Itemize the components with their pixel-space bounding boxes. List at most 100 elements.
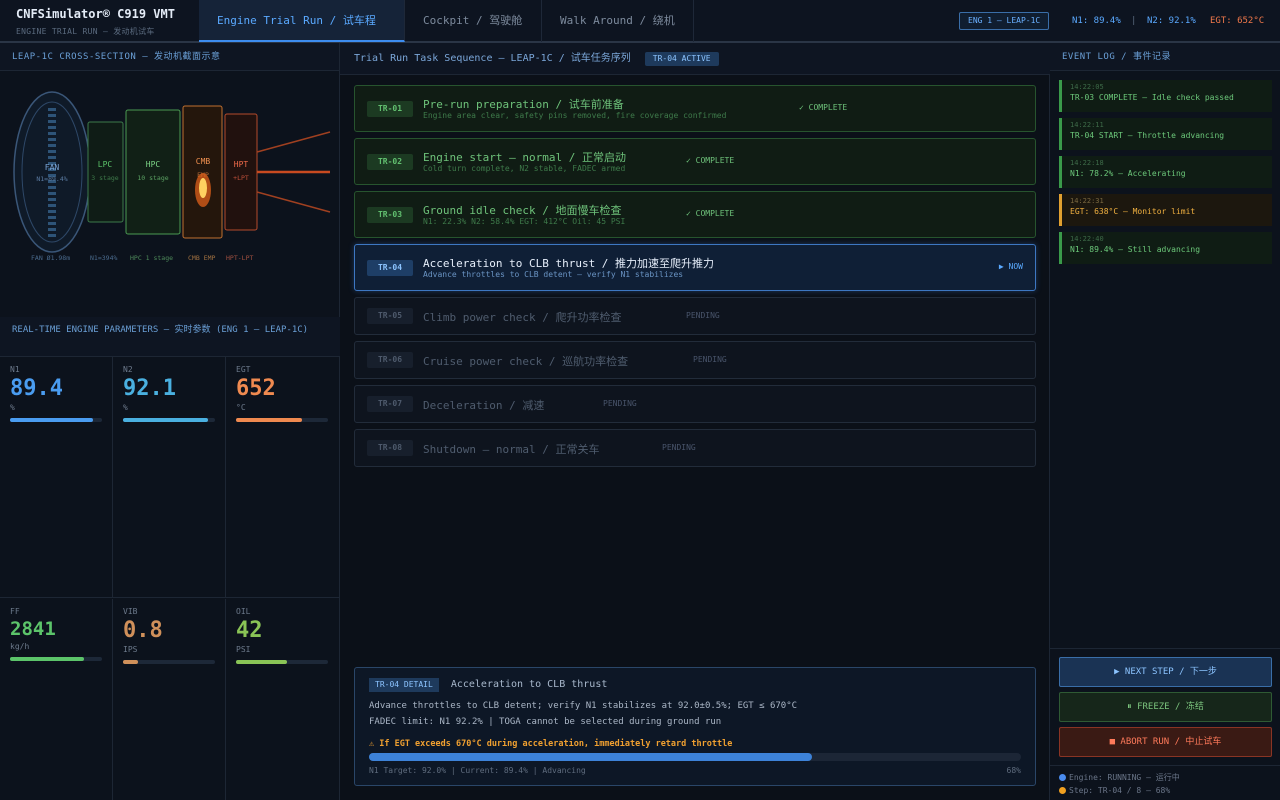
progress-caption-text: N1 Target: 92.0% | Current: 89.4% | Adva… [369,766,586,775]
tab-cockpit[interactable]: Cockpit / 驾驶舱 [405,0,542,42]
param-n1: N1 89.4 % [0,357,113,598]
task-status: ▶ NOW [998,262,1023,271]
fan-blade [48,198,56,201]
status-footer: Engine: RUNNING — 运行中 Step: TR-04 / 8 — … [1050,765,1280,800]
detail-line-1: Advance throttles to CLB detent; verify … [369,701,798,711]
task-status: PENDING [686,311,720,320]
param-unit: kg/h [10,642,30,651]
param-value: 0.8 [123,618,163,643]
param-label: FF [10,607,20,616]
header-n2: N2: 92.1% [1147,16,1196,26]
header-egt: EGT: 652°C [1210,16,1265,26]
fan-blade [48,120,56,123]
app-subtitle: ENGINE TRIAL RUN — 发动机试车 [16,27,155,36]
fan-blade [48,216,56,219]
task-tr-04[interactable]: TR-04 Acceleration to CLB thrust / 推力加速至… [354,244,1036,291]
engine-status-line: Engine: RUNNING — 运行中 [1059,771,1271,784]
task-sequence-header: Trial Run Task Sequence — LEAP-1C / 试车任务… [340,43,1050,75]
event-log-entry: 14:22:18 N1: 78.2% — Accelerating [1059,156,1272,188]
event-log-title: EVENT LOG / 事件记录 [1050,43,1280,71]
task-tr-06[interactable]: TR-06 Cruise power check / 巡航功率检查 PENDIN… [354,341,1036,379]
detail-header: TR-04 DETAIL Acceleration to CLB thrust [369,678,1021,692]
param-value: 92.1 [123,376,176,401]
hpt-label: HPT [234,160,249,169]
param-gauge [10,657,102,661]
top-bar: CNFSimulator® C919 VMT ENGINE TRIAL RUN … [0,0,1280,69]
lpc-sub-label: 3 stage [91,174,118,182]
fan-blade [48,222,56,225]
event-log-entry: 14:22:40 N1: 89.4% — Still advancing [1059,232,1272,264]
diagram-footer-cmb: CMB EMP [188,254,215,262]
engine-badge[interactable]: ENG 1 — LEAP-1C [959,12,1050,30]
freeze-button[interactable]: ⏸ FREEZE / 冻结 [1059,692,1272,722]
lpc-block [87,121,124,223]
task-tr-01[interactable]: TR-01 Pre-run preparation / 试车前准备 Engine… [354,85,1036,132]
detail-progress-fill [369,753,813,761]
event-time: 14:22:18 [1070,159,1104,167]
task-status: PENDING [662,443,696,452]
step-status-text: Step: TR-04 / 8 — 68% [1069,786,1171,795]
fan-blade [48,132,56,135]
event-text: N1: 89.4% — Still advancing [1070,245,1201,254]
param-gauge [123,418,215,422]
event-time: 14:22:40 [1070,235,1104,243]
diagram-footer-hpc: HPC 1 stage [130,254,173,262]
param-oil: OIL 42 PSI [226,599,340,800]
left-panel: LEAP-1C CROSS-SECTION — 发动机截面示意 FAN N1=8… [0,43,340,800]
param-egt: EGT 652 °C [226,357,340,598]
task-id: TR-05 [367,308,413,324]
fan-blade [48,156,56,159]
hpt-block [224,113,258,231]
task-id: TR-06 [367,352,413,368]
task-sequence-panel: Trial Run Task Sequence — LEAP-1C / 试车任务… [340,43,1050,800]
detail-progress-bar [369,753,1021,761]
task-tr-07[interactable]: TR-07 Deceleration / 减速 PENDING [354,385,1036,423]
param-value: 2841 [10,618,56,640]
task-name: Pre-run preparation / 试车前准备 [423,98,624,111]
lpc-label: LPC [98,160,113,169]
controls-divider [1050,648,1280,649]
task-id: TR-07 [367,396,413,412]
hpc-sub-label: 10 stage [137,174,168,182]
detail-tag: TR-04 DETAIL [369,678,439,692]
tab-engine-trial-run[interactable]: Engine Trial Run / 试车程序 [199,0,405,69]
cmb-label: CMB [196,157,211,166]
fan-blade [48,186,56,189]
combustion-flame-inner [199,178,207,198]
fan-blade [48,210,56,213]
param-value: 652 [236,376,276,401]
task-status: PENDING [603,399,637,408]
param-unit: PSI [236,645,251,654]
detail-line-2: FADEC limit: N1 92.2% | TOGA cannot be s… [369,717,722,727]
task-tr-02[interactable]: TR-02 Engine start — normal / 正常启动 Cold … [354,138,1036,185]
fan-blade [48,108,56,111]
tab-walk-around[interactable]: Walk Around / 绕机 [542,0,694,42]
task-name: Acceleration to CLB thrust / 推力加速至爬升推力 [423,257,715,270]
fan-blade [48,150,56,153]
event-time: 14:22:31 [1070,197,1104,205]
task-subtitle: Advance throttles to CLB detent — verify… [423,270,684,279]
task-status: ✓ COMPLETE [686,156,735,165]
fan-blade [48,114,56,117]
task-tr-03[interactable]: TR-03 Ground idle check / 地面慢车检查 N1: 22.… [354,191,1036,238]
engine-status-text: Engine: RUNNING — 运行中 [1069,773,1180,782]
event-text: EGT: 638°C — Monitor limit [1070,207,1196,216]
abort-run-button[interactable]: ■ ABORT RUN / 中止试车 [1059,727,1272,757]
task-name: Ground idle check / 地面慢车检查 [423,204,622,217]
diagram-footer-hpt: HPT-LPT [226,254,253,262]
detail-progress-caption: N1 Target: 92.0% | Current: 89.4% | Adva… [369,766,1021,775]
param-unit: % [10,403,15,412]
event-time: 14:22:11 [1070,121,1104,129]
task-subtitle: Engine area clear, safety pins removed, … [423,111,727,120]
task-id: TR-01 [367,101,413,117]
next-step-button[interactable]: ▶ NEXT STEP / 下一步 [1059,657,1272,687]
engine-status-dot [1059,774,1066,781]
exhaust-line-lower [256,191,331,213]
task-tr-05[interactable]: TR-05 Climb power check / 爬升功率检查 PENDING [354,297,1036,335]
param-gauge [236,418,328,422]
task-tr-08[interactable]: TR-08 Shutdown — normal / 正常关车 PENDING [354,429,1036,467]
app-root: CNFSimulator® C919 VMT ENGINE TRIAL RUN … [0,0,1280,800]
param-unit: IPS [123,645,138,654]
param-gauge [123,660,215,664]
fan-blade [48,144,56,147]
